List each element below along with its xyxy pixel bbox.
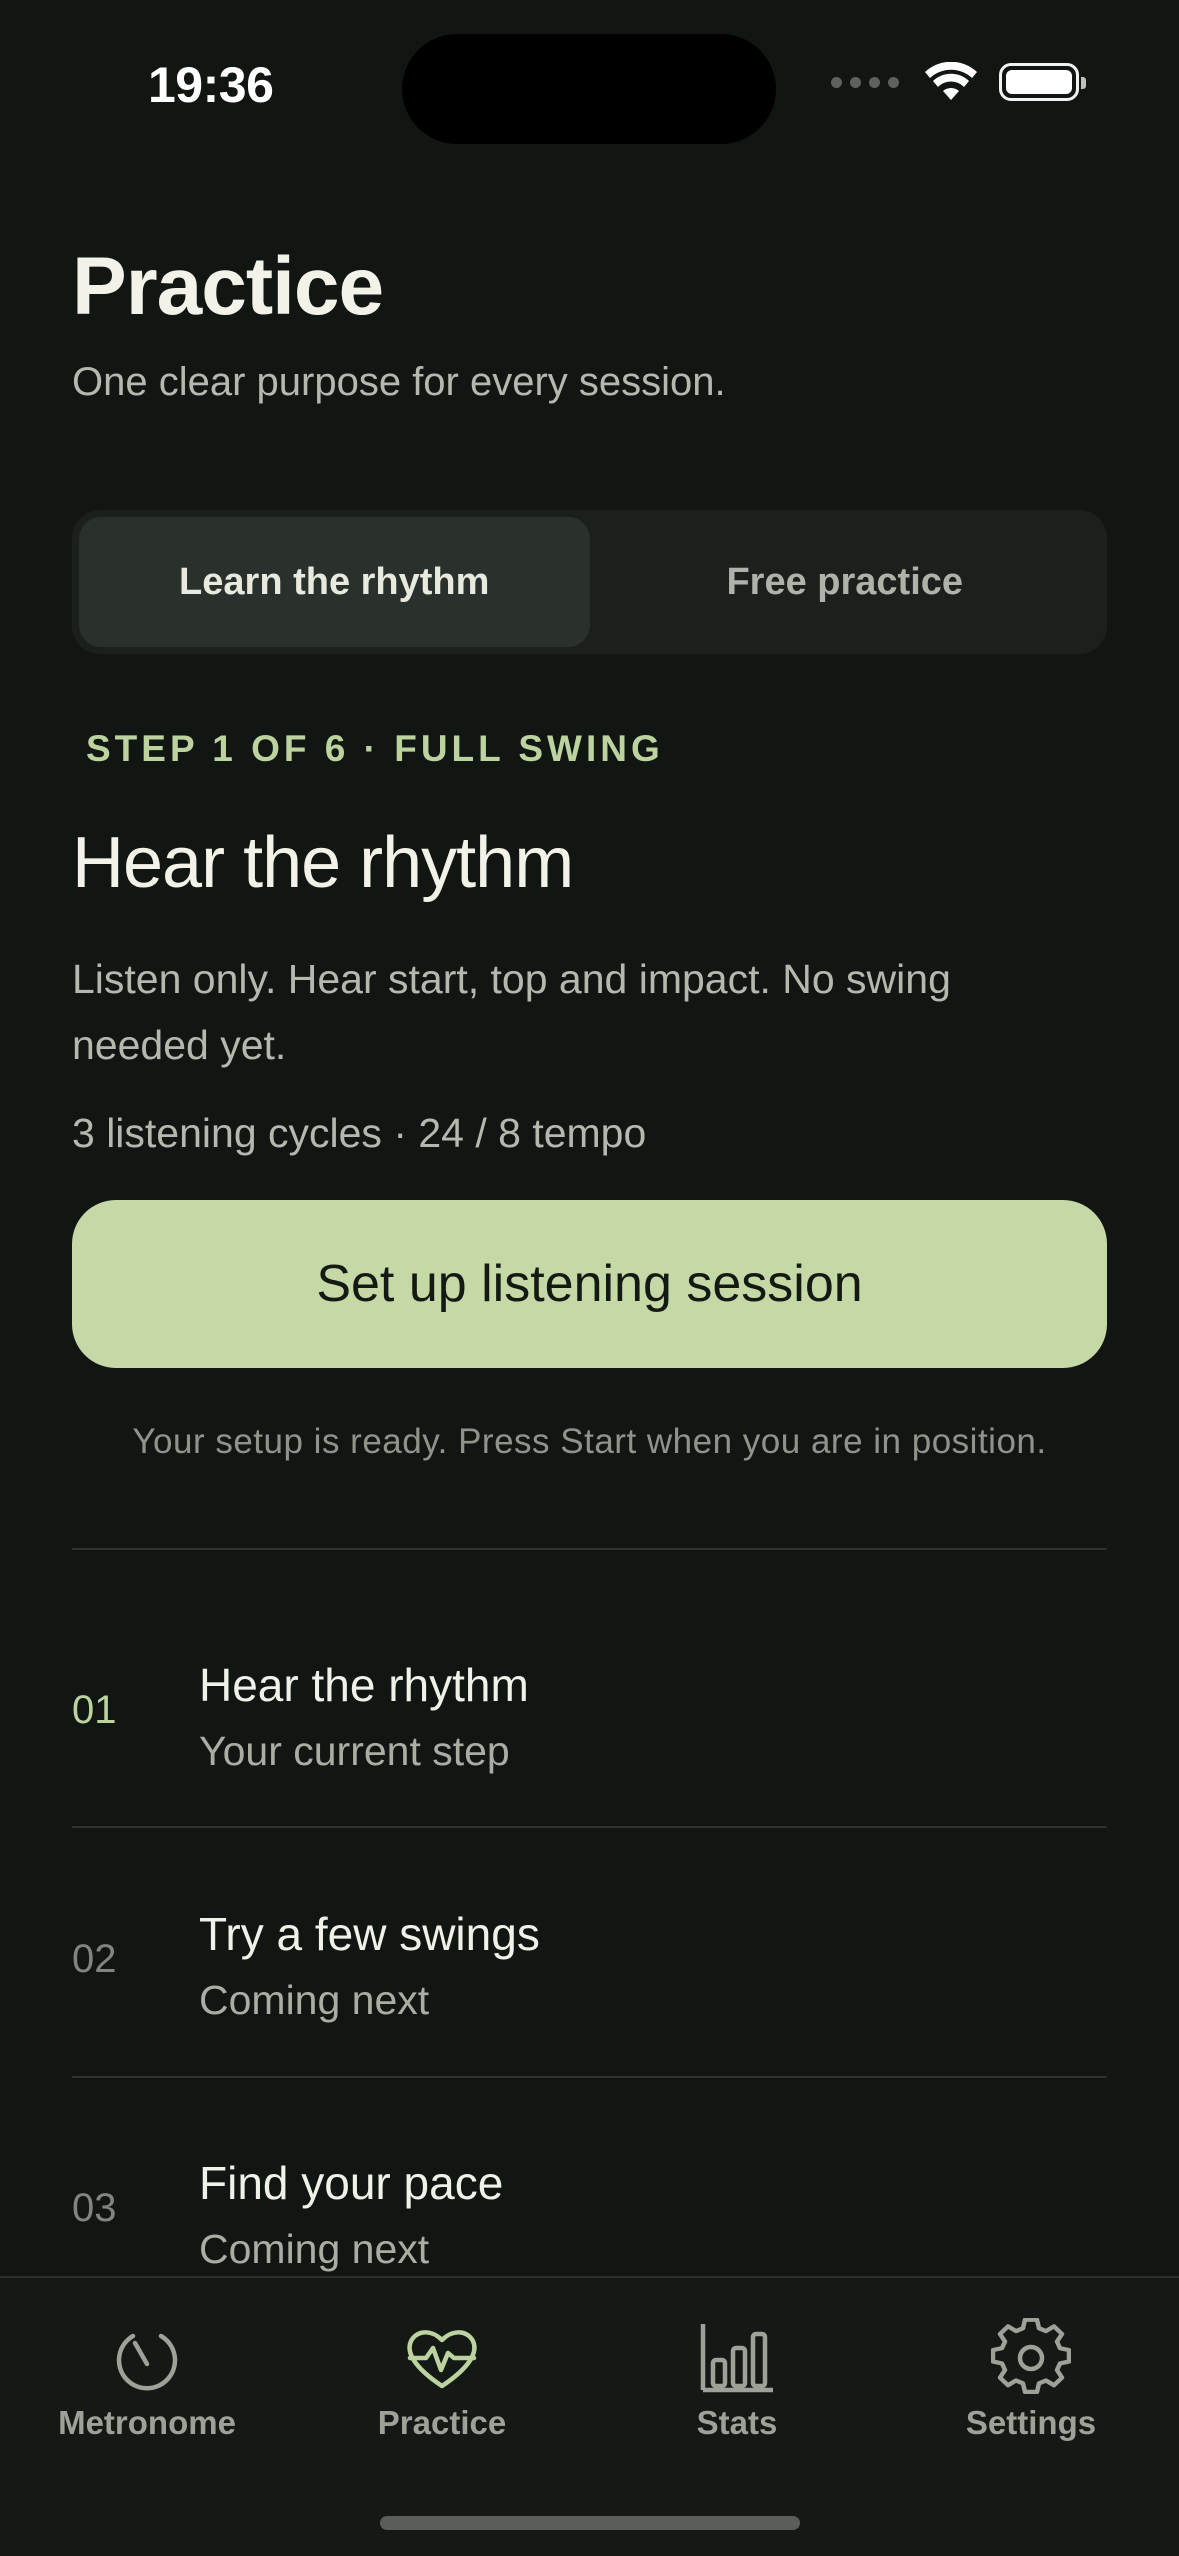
divider xyxy=(72,2076,1107,2078)
step-description: Listen only. Hear start, top and impact.… xyxy=(72,956,951,1068)
tab-metronome[interactable]: Metronome xyxy=(2,2318,292,2442)
home-indicator xyxy=(380,2516,800,2530)
step-number: 02 xyxy=(72,1937,117,1981)
step-progress-label: STEP 1 OF 6 · FULL SWING xyxy=(86,728,664,769)
tab-stats[interactable]: Stats xyxy=(592,2318,882,2442)
step-title: Hear the rhythm xyxy=(72,823,574,903)
step-meta: 3 listening cycles · 24 / 8 tempo xyxy=(72,1110,647,1156)
tab-bar: Metronome Practice Stats Settings xyxy=(0,2276,1179,2556)
gear-icon xyxy=(991,2318,1071,2395)
practice-screen: 19:36 Practice One clear purpose for eve… xyxy=(0,0,1179,2556)
heartbeat-icon xyxy=(407,2330,477,2389)
tab-label: Practice xyxy=(377,2404,507,2441)
divider xyxy=(72,1826,1107,1828)
page-title: Practice xyxy=(72,241,384,332)
step-list-item[interactable]: 02 Try a few swings Coming next xyxy=(72,1885,1107,2045)
battery-icon xyxy=(999,63,1086,101)
segment-learn-the-rhythm[interactable]: Learn the rhythm xyxy=(79,517,590,647)
setup-session-button[interactable]: Set up listening session xyxy=(72,1200,1107,1368)
divider xyxy=(72,1548,1107,1550)
dynamic-island xyxy=(402,34,776,144)
metronome-icon xyxy=(116,2333,178,2391)
status-indicators xyxy=(831,62,1086,102)
step-number: 01 xyxy=(72,1688,117,1732)
status-time: 19:36 xyxy=(148,57,274,113)
cellular-signal-icon xyxy=(831,76,899,88)
step-name: Find your pace xyxy=(199,2157,504,2209)
bar-chart-icon xyxy=(700,2324,773,2393)
tab-practice[interactable]: Practice xyxy=(297,2318,587,2442)
wifi-icon xyxy=(925,62,977,100)
mode-segmented-control: Learn the rhythm Free practice xyxy=(72,510,1107,654)
tab-label: Settings xyxy=(965,2404,1097,2441)
step-status: Your current step xyxy=(199,1728,510,1774)
setup-note: Your setup is ready. Press Start when yo… xyxy=(132,1422,1047,1461)
step-list-item[interactable]: 01 Hear the rhythm Your current step xyxy=(72,1636,1107,1796)
tab-label: Stats xyxy=(696,2404,778,2441)
step-status: Coming next xyxy=(199,2226,430,2272)
step-name: Hear the rhythm xyxy=(199,1659,529,1711)
tab-settings[interactable]: Settings xyxy=(886,2318,1176,2442)
page-subtitle: One clear purpose for every session. xyxy=(72,360,726,404)
segment-free-practice[interactable]: Free practice xyxy=(590,517,1101,647)
step-status: Coming next xyxy=(199,1977,430,2023)
tab-label: Metronome xyxy=(58,2404,236,2441)
step-list-item[interactable]: 03 Find your pace Coming next xyxy=(72,2134,1107,2294)
step-number: 03 xyxy=(72,2186,117,2230)
step-name: Try a few swings xyxy=(199,1908,540,1960)
